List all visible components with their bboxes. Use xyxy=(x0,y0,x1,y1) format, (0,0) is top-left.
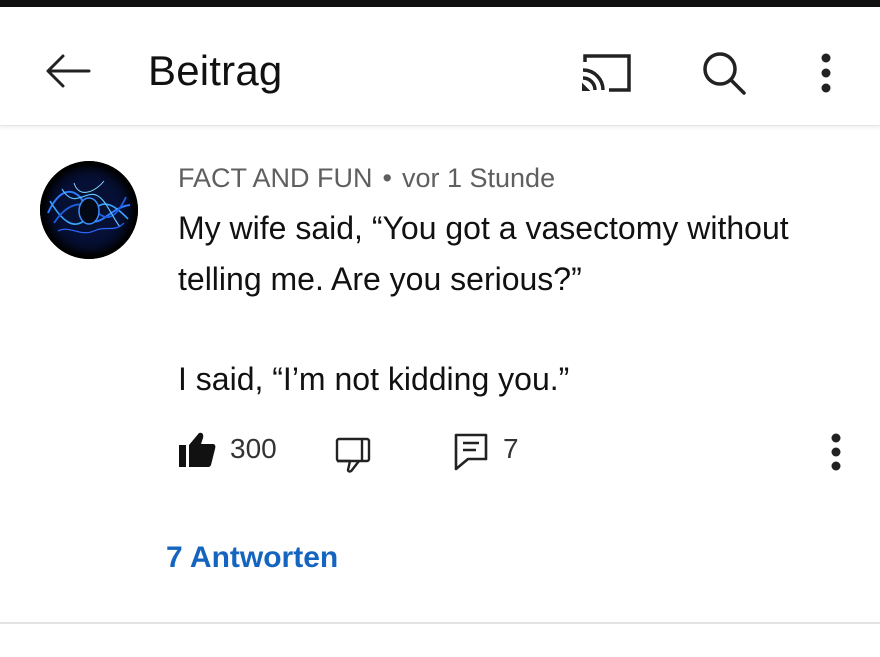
meta-separator: • xyxy=(382,163,392,193)
comment-paragraph: I said, “I’m not kidding you.” xyxy=(178,361,570,397)
reply-button[interactable] xyxy=(452,431,490,471)
comment-paragraph: My wife said, “You got a vasectomy witho… xyxy=(178,210,789,297)
app-bar: Beitrag xyxy=(0,7,880,126)
comment-actions: 300 7 xyxy=(0,427,880,477)
post-screen: Beitrag FACT AND FUN • vor 1 Stunde My w… xyxy=(0,7,880,657)
divider xyxy=(0,622,880,624)
reply-count: 7 xyxy=(503,433,519,464)
search-button[interactable] xyxy=(694,45,754,101)
cast-button[interactable] xyxy=(576,47,636,99)
search-icon xyxy=(703,52,746,95)
comment-text: My wife said, “You got a vasectomy witho… xyxy=(178,203,858,405)
avatar-image xyxy=(40,161,138,259)
comment-more-button[interactable] xyxy=(820,427,852,477)
view-replies-link[interactable]: 7 Antworten xyxy=(166,541,338,575)
cast-icon xyxy=(582,54,631,92)
overflow-menu-button[interactable] xyxy=(806,45,846,101)
more-vert-icon xyxy=(831,433,841,471)
like-count: 300 xyxy=(230,433,277,464)
page-title: Beitrag xyxy=(148,47,283,94)
comment-meta: FACT AND FUN • vor 1 Stunde xyxy=(178,163,555,194)
thumbs-down-outline-icon xyxy=(335,437,371,473)
author-name[interactable]: FACT AND FUN xyxy=(178,163,373,193)
arrow-left-icon xyxy=(46,54,91,88)
like-button[interactable] xyxy=(178,431,216,469)
back-button[interactable] xyxy=(40,43,96,99)
thumbs-up-filled-icon xyxy=(179,432,216,467)
more-vert-icon xyxy=(821,53,831,93)
timestamp: vor 1 Stunde xyxy=(401,163,556,193)
comment-icon xyxy=(454,433,488,471)
comment: FACT AND FUN • vor 1 Stunde My wife said, … xyxy=(0,125,880,628)
dislike-button[interactable] xyxy=(334,433,374,473)
avatar[interactable] xyxy=(40,161,138,259)
